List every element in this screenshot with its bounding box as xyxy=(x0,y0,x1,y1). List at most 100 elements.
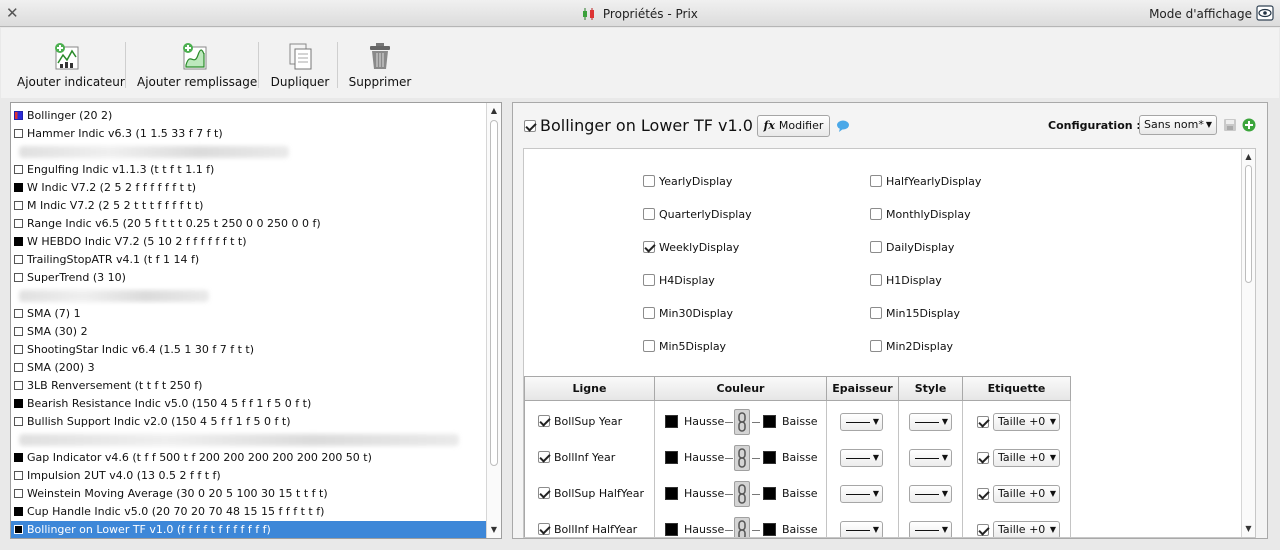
display-option[interactable]: H1Display xyxy=(870,274,942,287)
view-mode-label[interactable]: Mode d'affichage xyxy=(1149,7,1252,21)
down-color-swatch[interactable] xyxy=(763,415,776,428)
add-indicator-button[interactable]: Ajouter indicateur xyxy=(17,38,125,94)
up-color-swatch[interactable] xyxy=(665,451,678,464)
up-color-swatch[interactable] xyxy=(665,487,678,500)
indicator-list-item[interactable]: Weinstein Moving Average (30 0 20 5 100 … xyxy=(11,485,486,503)
display-option[interactable]: Min30Display xyxy=(643,307,733,320)
save-icon[interactable] xyxy=(1223,118,1237,132)
indicator-list-item[interactable]: SMA (30) 2 xyxy=(11,323,486,341)
display-option-checkbox[interactable] xyxy=(870,307,882,319)
down-color-swatch[interactable] xyxy=(763,487,776,500)
label-visible-checkbox[interactable] xyxy=(977,488,989,500)
column-header-label[interactable]: Etiquette xyxy=(963,376,1071,401)
thickness-select[interactable]: ▼ xyxy=(840,485,883,503)
line-visible-checkbox[interactable] xyxy=(538,451,550,463)
line-name[interactable]: BollSup HalfYear xyxy=(538,487,644,500)
up-color-swatch[interactable] xyxy=(665,415,678,428)
style-select[interactable]: ▼ xyxy=(909,521,952,537)
chain-link-icon[interactable] xyxy=(734,517,750,537)
indicator-list-item[interactable]: 3LB Renversement (t t f t 250 f) xyxy=(11,377,486,395)
chain-link-icon[interactable] xyxy=(734,445,750,471)
indicator-list-item[interactable]: Bollinger on Lower TF v1.0 (f f f f t f … xyxy=(11,521,486,538)
label-size-select[interactable]: Taille +0 ▼ xyxy=(993,485,1060,503)
display-option-checkbox[interactable] xyxy=(643,241,655,253)
display-option-checkbox[interactable] xyxy=(870,208,882,220)
duplicate-button[interactable]: Dupliquer xyxy=(269,38,331,94)
style-select[interactable]: ▼ xyxy=(909,485,952,503)
indicator-list-item[interactable]: Engulfing Indic v1.1.3 (t t f t 1.1 f) xyxy=(11,161,486,179)
indicator-list-item[interactable]: Impulsion 2UT v4.0 (13 0.5 2 f f t f) xyxy=(11,467,486,485)
style-select[interactable]: ▼ xyxy=(909,449,952,467)
indicator-visible-checkbox[interactable] xyxy=(524,120,536,132)
style-select[interactable]: ▼ xyxy=(909,413,952,431)
column-header-thickness[interactable]: Epaisseur xyxy=(827,376,899,401)
delete-button[interactable]: Supprimer xyxy=(347,38,413,94)
scroll-down-arrow-icon[interactable]: ▼ xyxy=(1242,522,1255,536)
display-option[interactable]: QuarterlyDisplay xyxy=(643,208,752,221)
line-visible-checkbox[interactable] xyxy=(538,487,550,499)
scrollbar-thumb[interactable] xyxy=(1245,165,1252,283)
thickness-select[interactable]: ▼ xyxy=(840,413,883,431)
display-option-checkbox[interactable] xyxy=(870,340,882,352)
indicator-list-item[interactable]: ShootingStar Indic v6.4 (1.5 1 30 f 7 f … xyxy=(11,341,486,359)
display-option-checkbox[interactable] xyxy=(643,340,655,352)
indicator-list-item[interactable]: Gap Indicator v4.6 (t f f 500 t f 200 20… xyxy=(11,449,486,467)
indicator-list-item[interactable]: Bullish Support Indic v2.0 (150 4 5 f f … xyxy=(11,413,486,431)
display-option[interactable]: MonthlyDisplay xyxy=(870,208,971,221)
eye-icon[interactable] xyxy=(1256,5,1274,21)
add-configuration-icon[interactable] xyxy=(1242,118,1256,132)
chain-link-icon[interactable] xyxy=(734,409,750,435)
speech-bubble-icon[interactable] xyxy=(836,120,850,132)
thickness-select[interactable]: ▼ xyxy=(840,521,883,537)
indicator-list-item[interactable]: Cup Handle Indic v5.0 (20 70 20 70 48 15… xyxy=(11,503,486,521)
scrollbar-thumb[interactable] xyxy=(490,120,498,466)
display-option[interactable]: YearlyDisplay xyxy=(643,175,732,188)
scroll-down-arrow-icon[interactable]: ▼ xyxy=(487,523,501,537)
display-option-checkbox[interactable] xyxy=(643,175,655,187)
indicator-list-item[interactable]: Hammer Indic v6.3 (1 1.5 33 f 7 f t) xyxy=(11,125,486,143)
up-color-swatch[interactable] xyxy=(665,523,678,536)
add-fill-button[interactable]: Ajouter remplissage xyxy=(137,38,257,94)
indicator-list-item[interactable]: SMA (7) 1 xyxy=(11,305,486,323)
display-option-checkbox[interactable] xyxy=(643,307,655,319)
indicator-list-item[interactable]: TrailingStopATR v4.1 (t f 1 14 f) xyxy=(11,251,486,269)
indicator-list-scrollbar[interactable]: ▲ ▼ xyxy=(486,103,501,538)
indicator-list-item[interactable]: Range Indic v6.5 (20 5 f t t t 0.25 t 25… xyxy=(11,215,486,233)
down-color-swatch[interactable] xyxy=(763,451,776,464)
display-option-checkbox[interactable] xyxy=(870,175,882,187)
indicator-list-item[interactable]: M Indic V7.2 (2 5 2 t t t f f f f t t) xyxy=(11,197,486,215)
display-option-checkbox[interactable] xyxy=(643,274,655,286)
down-color-swatch[interactable] xyxy=(763,523,776,536)
display-option[interactable]: DailyDisplay xyxy=(870,241,954,254)
indicator-list-item[interactable]: Bearish Resistance Indic v5.0 (150 4 5 f… xyxy=(11,395,486,413)
line-visible-checkbox[interactable] xyxy=(538,523,550,535)
indicator-list-item[interactable]: W Indic V7.2 (2 5 2 f f f f f f t t) xyxy=(11,179,486,197)
modify-button[interactable]: fx Modifier xyxy=(757,115,830,137)
column-header-color[interactable]: Couleur xyxy=(655,376,827,401)
line-name[interactable]: BollInf Year xyxy=(538,451,615,464)
scroll-up-arrow-icon[interactable]: ▲ xyxy=(1242,150,1255,164)
settings-scrollbar[interactable]: ▲ ▼ xyxy=(1241,149,1255,537)
display-option[interactable]: Min15Display xyxy=(870,307,960,320)
label-size-select[interactable]: Taille +0 ▼ xyxy=(993,449,1060,467)
display-option[interactable]: H4Display xyxy=(643,274,715,287)
display-option-checkbox[interactable] xyxy=(870,274,882,286)
label-size-select[interactable]: Taille +0 ▼ xyxy=(993,521,1060,537)
indicator-list-item[interactable]: Bollinger (20 2) xyxy=(11,107,486,125)
configuration-select[interactable]: Sans nom* ▼ xyxy=(1139,115,1217,135)
line-name[interactable]: BollSup Year xyxy=(538,415,622,428)
label-visible-checkbox[interactable] xyxy=(977,524,989,536)
label-visible-checkbox[interactable] xyxy=(977,452,989,464)
indicator-list-item[interactable]: W HEBDO Indic V7.2 (5 10 2 f f f f f f t… xyxy=(11,233,486,251)
display-option[interactable]: Min2Display xyxy=(870,340,953,353)
indicator-list-item[interactable]: SMA (200) 3 xyxy=(11,359,486,377)
display-option[interactable]: Min5Display xyxy=(643,340,726,353)
scroll-up-arrow-icon[interactable]: ▲ xyxy=(487,104,501,118)
column-header-style[interactable]: Style xyxy=(899,376,963,401)
display-option[interactable]: WeeklyDisplay xyxy=(643,241,739,254)
label-visible-checkbox[interactable] xyxy=(977,416,989,428)
line-visible-checkbox[interactable] xyxy=(538,415,550,427)
indicator-list-item[interactable]: SuperTrend (3 10) xyxy=(11,269,486,287)
label-size-select[interactable]: Taille +0 ▼ xyxy=(993,413,1060,431)
line-name[interactable]: BollInf HalfYear xyxy=(538,523,637,536)
